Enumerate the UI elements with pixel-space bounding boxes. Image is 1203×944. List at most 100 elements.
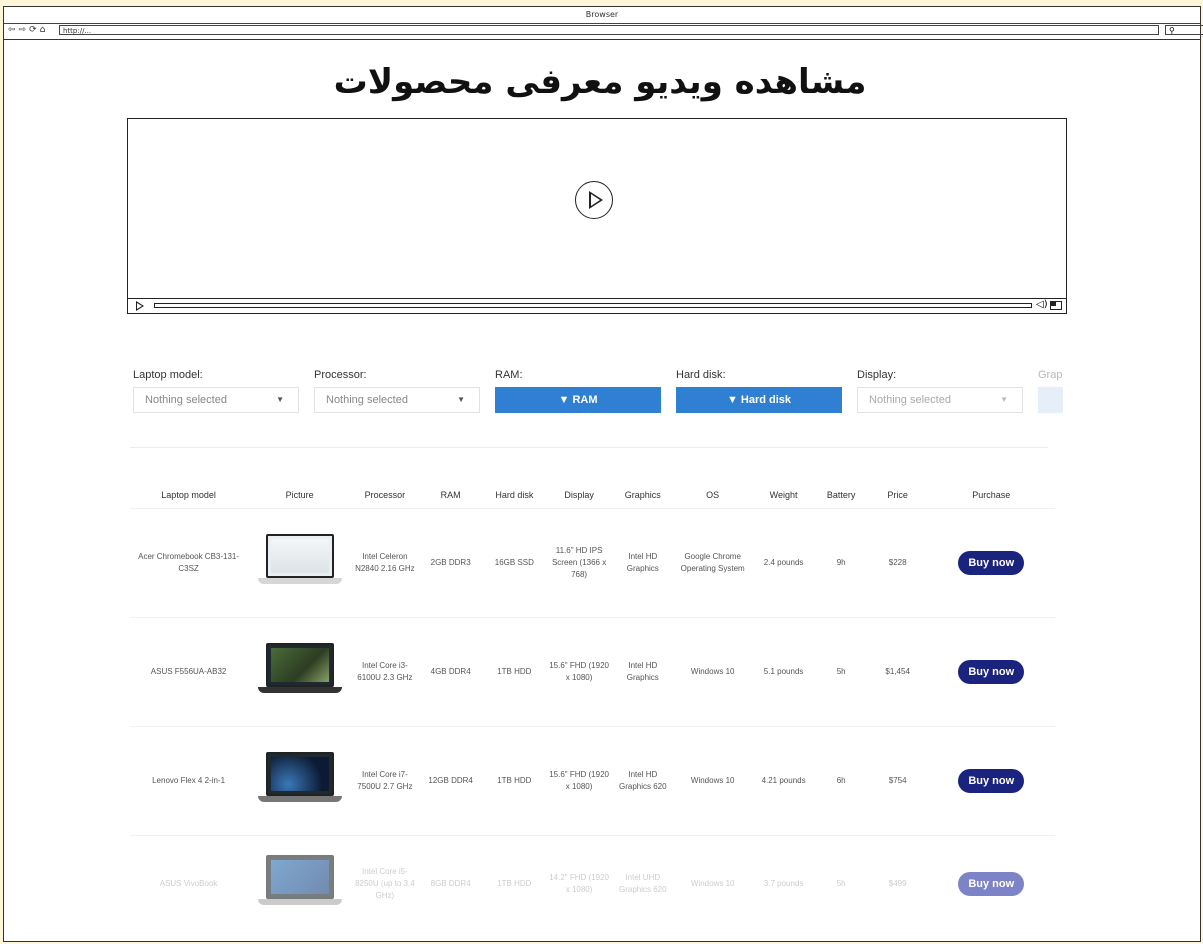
- table-row: ASUS F556UA-AB32 Intel Core i3-6100U 2.3…: [130, 617, 1055, 727]
- button-label: RAM: [572, 394, 598, 406]
- column-header: Laptop model: [161, 490, 216, 500]
- filter-processor: Processor: Nothing selected ▼: [314, 369, 480, 413]
- column-header: Hard disk: [495, 490, 534, 500]
- cell-ram: 8GB DDR4: [417, 835, 484, 932]
- laptop-model-select[interactable]: Nothing selected ▼: [133, 387, 299, 413]
- column-header: Purchase: [972, 490, 1011, 500]
- cell-picture: [247, 617, 352, 727]
- cell-price: $754: [867, 726, 928, 836]
- laptop-image: [257, 534, 342, 592]
- reload-icon[interactable]: ⟳: [29, 25, 38, 35]
- cell-graphics: Intel HD Graphics: [613, 508, 673, 618]
- nav-controls: ⇦ ⇨ ⟳ ⌂: [8, 25, 48, 35]
- forward-arrow-icon[interactable]: ⇨: [19, 25, 28, 35]
- buy-now-button[interactable]: Buy now: [958, 871, 1025, 896]
- laptop-image: [257, 643, 342, 701]
- filter-laptop-model: Laptop model: Nothing selected ▼: [133, 369, 299, 413]
- buy-now-button[interactable]: Buy now: [958, 769, 1025, 793]
- cell-processor: Intel Core i7-7500U 2.7 GHz: [351, 726, 418, 836]
- cell-purchase: Buy now: [927, 617, 1055, 727]
- cell-display: 11.6" HD IPS Screen (1366 x 768): [545, 508, 613, 618]
- filter-label: Display:: [857, 369, 897, 381]
- cell-graphics: Intel UHD Graphics 620: [613, 835, 673, 932]
- play-icon[interactable]: [575, 181, 613, 219]
- cell-battery: 9h: [814, 508, 868, 618]
- cell-battery: 6h: [814, 726, 868, 836]
- chevron-down-icon: ▼: [457, 395, 465, 404]
- speaker-icon[interactable]: ◁): [1036, 299, 1048, 310]
- table-row: ASUS VivoBook Intel Core i5-8250U (up to…: [130, 835, 1055, 932]
- processor-select[interactable]: Nothing selected ▼: [314, 387, 480, 413]
- filter-label: RAM:: [495, 369, 523, 381]
- cell-picture: [247, 508, 352, 618]
- cell-weight: 2.4 pounds: [752, 508, 815, 618]
- cell-model: ASUS VivoBook: [130, 835, 248, 932]
- button-label: Hard disk: [740, 394, 792, 406]
- filter-graphics: Graphics:: [1038, 369, 1063, 413]
- buy-now-button[interactable]: Buy now: [958, 551, 1025, 575]
- filter-label: Hard disk:: [676, 369, 726, 381]
- ram-filter-button[interactable]: ▼ RAM: [495, 387, 661, 413]
- filter-ram: RAM: ▼ RAM: [495, 369, 661, 413]
- cell-display: 15.6" FHD (1920 x 1080): [545, 617, 613, 727]
- cell-purchase: Buy now: [927, 835, 1055, 932]
- column-header: Display: [564, 490, 594, 500]
- cell-os: Windows 10: [672, 617, 753, 727]
- cell-os: Google Chrome Operating System: [672, 508, 753, 618]
- search-icon: ⚲: [1169, 26, 1175, 35]
- cell-purchase: Buy now: [927, 508, 1055, 618]
- cell-weight: 4.21 pounds: [752, 726, 815, 836]
- cell-picture: [247, 835, 352, 932]
- table-header-row: Laptop model Picture Processor RAM Hard …: [130, 482, 1055, 509]
- home-icon[interactable]: ⌂: [40, 25, 47, 35]
- filter-display: Display: Nothing selected ▼: [857, 369, 1023, 413]
- column-header: RAM: [440, 490, 461, 500]
- page-title: مشاهده ویدیو معرفی محصولات: [333, 62, 867, 102]
- filter-label: Processor:: [314, 369, 367, 381]
- video-progress-bar[interactable]: [154, 303, 1032, 308]
- hard-disk-filter-button[interactable]: ▼ Hard disk: [676, 387, 842, 413]
- laptop-image: [257, 854, 342, 913]
- back-arrow-icon[interactable]: ⇦: [8, 25, 17, 35]
- cell-os: Windows 10: [672, 726, 753, 836]
- cell-os: Windows 10: [672, 835, 753, 932]
- url-input[interactable]: http://...: [59, 25, 1159, 35]
- cell-processor: Intel Core i3-6100U 2.3 GHz: [351, 617, 418, 727]
- buy-now-button[interactable]: Buy now: [958, 660, 1025, 684]
- cell-disk: 16GB SSD: [483, 508, 546, 618]
- cell-price: $499: [867, 835, 928, 932]
- laptops-table: Laptop model Picture Processor RAM Hard …: [130, 482, 1055, 932]
- column-header: Processor: [364, 490, 406, 500]
- column-header: OS: [706, 490, 720, 500]
- cell-ram: 2GB DDR3: [417, 508, 484, 618]
- browser-search-input[interactable]: ⚲: [1165, 25, 1203, 35]
- cell-disk: 1TB HDD: [483, 617, 546, 727]
- select-value: Nothing selected: [145, 394, 227, 406]
- window-title: Browser: [4, 7, 1200, 24]
- cell-price: $228: [867, 508, 928, 618]
- cell-purchase: Buy now: [927, 726, 1055, 836]
- cell-battery: 5h: [814, 835, 868, 932]
- cell-ram: 4GB DDR4: [417, 617, 484, 727]
- column-header: Battery: [826, 490, 856, 500]
- display-select[interactable]: Nothing selected ▼: [857, 387, 1023, 413]
- divider: [130, 447, 1048, 448]
- fullscreen-icon[interactable]: [1050, 301, 1062, 310]
- video-player[interactable]: ◁): [127, 118, 1067, 314]
- chevron-down-icon: ▼: [276, 395, 284, 404]
- cell-ram: 12GB DDR4: [417, 726, 484, 836]
- filter-label: Graphics:: [1038, 369, 1063, 381]
- table-row: Lenovo Flex 4 2-in-1 Intel Core i7-7500U…: [130, 726, 1055, 836]
- laptop-image: [257, 752, 342, 810]
- cell-model: Acer Chromebook CB3-131-C3SZ: [130, 508, 248, 618]
- cell-graphics: Intel HD Graphics 620: [613, 726, 673, 836]
- cell-disk: 1TB HDD: [483, 726, 546, 836]
- column-header: Weight: [769, 490, 798, 500]
- control-play-icon[interactable]: [136, 301, 144, 311]
- cell-picture: [247, 726, 352, 836]
- chevron-down-icon: ▼: [1000, 395, 1008, 404]
- cell-display: 15.6" FHD (1920 x 1080): [545, 726, 613, 836]
- filter-bar: Laptop model: Nothing selected ▼ Processo…: [133, 369, 1063, 419]
- graphics-filter-button[interactable]: [1038, 387, 1063, 413]
- column-header: Price: [887, 490, 908, 500]
